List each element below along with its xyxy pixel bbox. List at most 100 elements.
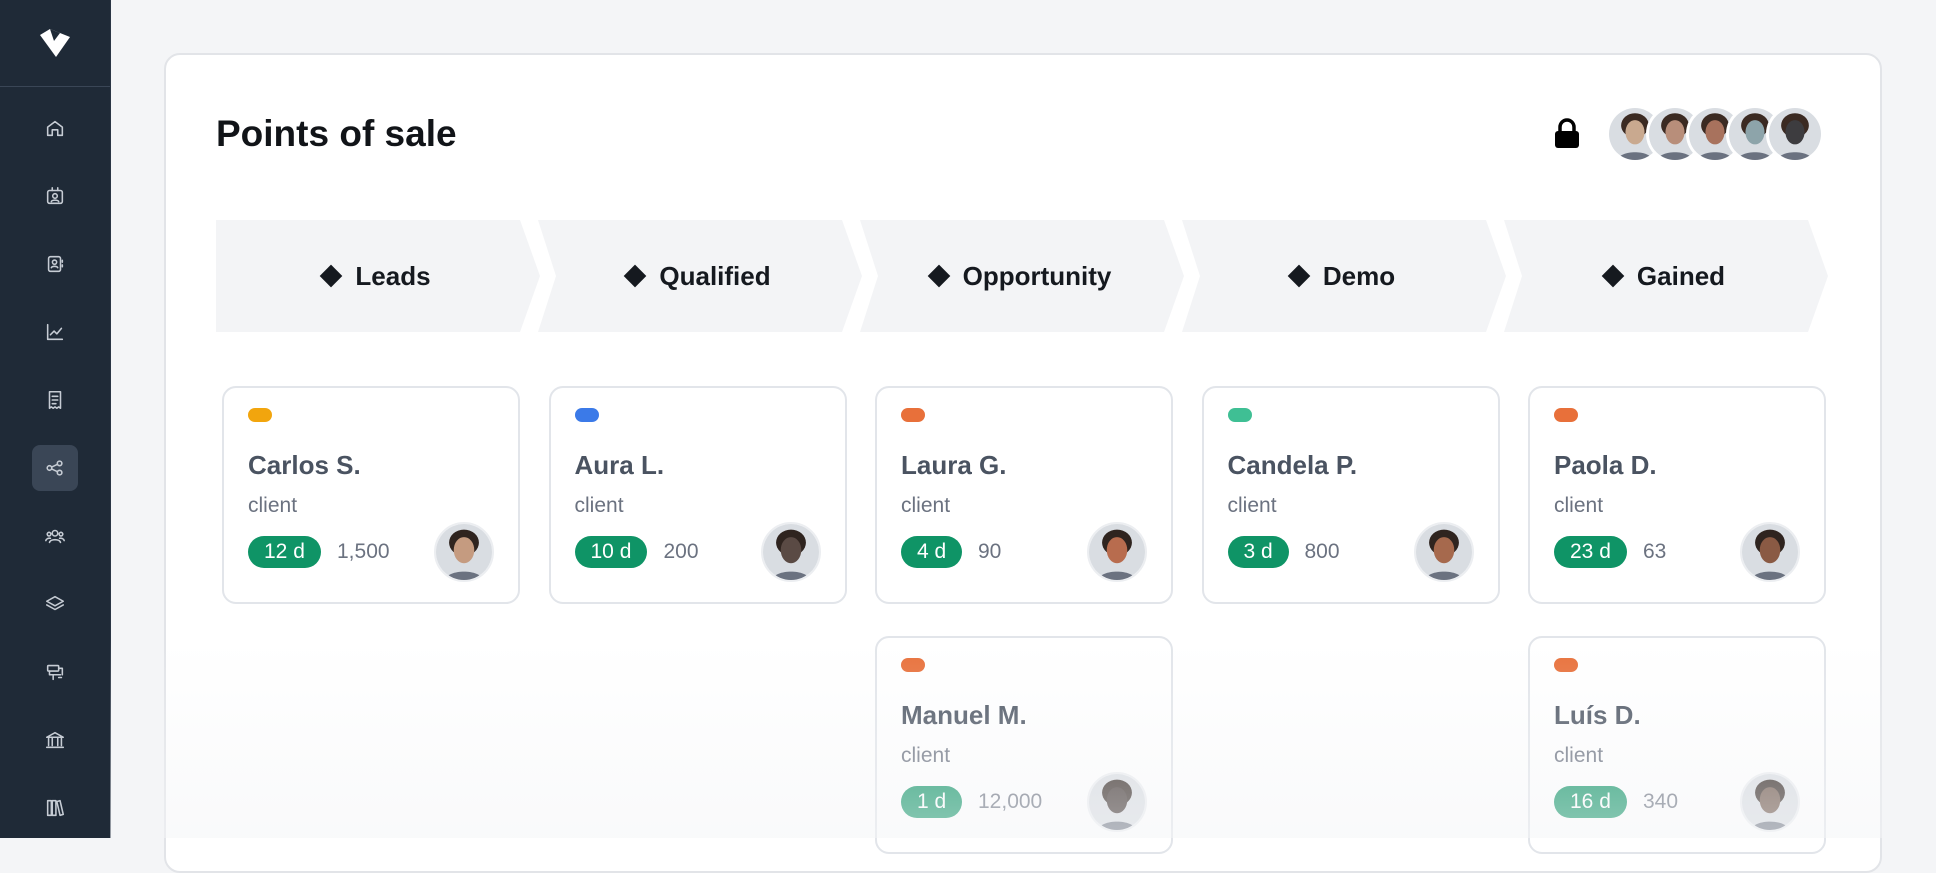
card-name: Luís D. [1554,700,1641,730]
avatar[interactable] [760,522,821,582]
nav-presentations[interactable] [32,649,78,695]
team-avatar[interactable] [1766,105,1824,163]
avatar[interactable] [434,522,494,582]
stage-qualified[interactable]: Qualified [538,220,880,332]
card-name: Aura L. [574,450,665,480]
stage-name: Gained [1636,260,1726,291]
card-amount: 90 [978,540,1002,563]
nav-receipts[interactable] [32,377,78,423]
pipeline-stages: Leads Qualified Opportunity Demo Gained [216,220,1828,332]
card-role: client [1554,494,1604,517]
card-name: Candela P. [1227,450,1358,480]
users-icon [45,529,65,544]
deal-card[interactable]: Paola D. client 23 d 63 [1528,386,1826,604]
stage-name: Qualified [659,260,771,291]
card-amount: 12,000 [978,790,1043,813]
diamond-icon [927,264,950,288]
priority-dot [901,658,925,672]
days-badge: 4 d [901,536,963,568]
nav-library[interactable] [32,785,78,831]
card-name: Laura G. [901,450,1007,480]
page-title: Points of sale [216,113,457,154]
bank-icon [45,731,65,749]
avatar[interactable] [1087,772,1147,832]
stage-leads[interactable]: Leads [216,220,558,332]
stage-label: Gained [1504,220,1826,332]
layers-icon [45,595,65,611]
chart-line-icon [46,323,64,341]
days-badge: 16 d [1554,786,1627,818]
receipt-icon [48,390,62,410]
diamond-icon [1287,264,1311,288]
nav-address-book[interactable] [32,241,78,287]
nav-contact-card[interactable] [32,173,78,219]
card-role: client [901,494,951,517]
logo-icon [40,29,70,57]
stage-name: Demo [1322,260,1396,291]
deal-card[interactable]: Manuel M. client 1 d 12,000 [875,636,1173,854]
priority-dot [574,408,599,422]
priority-dot [901,408,925,422]
avatar[interactable] [1413,522,1474,582]
card-role: client [1554,744,1604,767]
card-amount: 800 [1304,540,1340,563]
presentation-icon [46,664,64,681]
days-badge: 1 d [901,786,963,818]
avatar[interactable] [1087,522,1147,582]
avatar[interactable] [1740,772,1800,832]
stage-name: Leads [355,260,431,291]
main-panel: Points of sale Leads Qualified Opportunity… [164,53,1882,873]
deal-card[interactable]: Carlos S. client 12 d 1,500 [222,386,520,604]
nav-bank[interactable] [32,717,78,763]
stage-opportunity[interactable]: Opportunity [860,220,1202,332]
stage-label: Demo [1182,220,1504,332]
address-book-icon [47,255,64,273]
card-name: Paola D. [1554,450,1657,480]
days-badge: 10 d [574,536,648,568]
contact-card-icon [46,186,64,205]
nav-home[interactable] [32,105,78,151]
card-amount: 340 [1643,790,1679,813]
brand-logo[interactable] [0,0,110,87]
nav-analytics[interactable] [32,309,78,355]
card-amount: 1,500 [337,540,390,563]
diamond-icon [1601,264,1625,288]
stage-name: Opportunity [962,260,1112,291]
stage-demo[interactable]: Demo [1182,220,1524,332]
home-icon [46,120,64,137]
card-name: Manuel M. [901,700,1027,730]
priority-dot [1227,408,1252,422]
priority-dot [1554,658,1578,672]
diamond-icon [624,264,647,288]
sidebar [0,0,111,838]
sidebar-nav [0,87,110,831]
card-amount: 200 [663,540,699,563]
card-role: client [248,494,298,517]
stage-gained[interactable]: Gained [1504,220,1846,332]
share-nodes-icon [46,460,63,476]
days-badge: 3 d [1227,536,1289,568]
lock-icon[interactable] [1552,117,1582,149]
card-amount: 63 [1643,540,1667,563]
books-icon [46,799,65,817]
card-role: client [1227,494,1277,517]
card-role: client [901,744,951,767]
team-avatars[interactable] [1606,105,1824,163]
nav-team[interactable] [32,513,78,559]
stage-label: Qualified [538,220,860,332]
days-badge: 12 d [248,536,321,568]
deal-card[interactable]: Aura L. client 10 d 200 [548,386,847,604]
stage-label: Opportunity [860,220,1182,332]
days-badge: 23 d [1554,536,1627,568]
priority-dot [1554,408,1578,422]
deal-card[interactable]: Candela P. client 3 d 800 [1201,386,1500,604]
card-role: client [574,494,624,517]
nav-pipeline[interactable] [32,445,78,491]
card-name: Carlos S. [248,450,361,480]
avatar[interactable] [1740,522,1800,582]
priority-dot [248,408,272,422]
deal-card[interactable]: Luís D. client 16 d 340 [1528,636,1826,854]
nav-layers[interactable] [32,581,78,627]
stage-label: Leads [216,220,538,332]
deal-card[interactable]: Laura G. client 4 d 90 [875,386,1173,604]
